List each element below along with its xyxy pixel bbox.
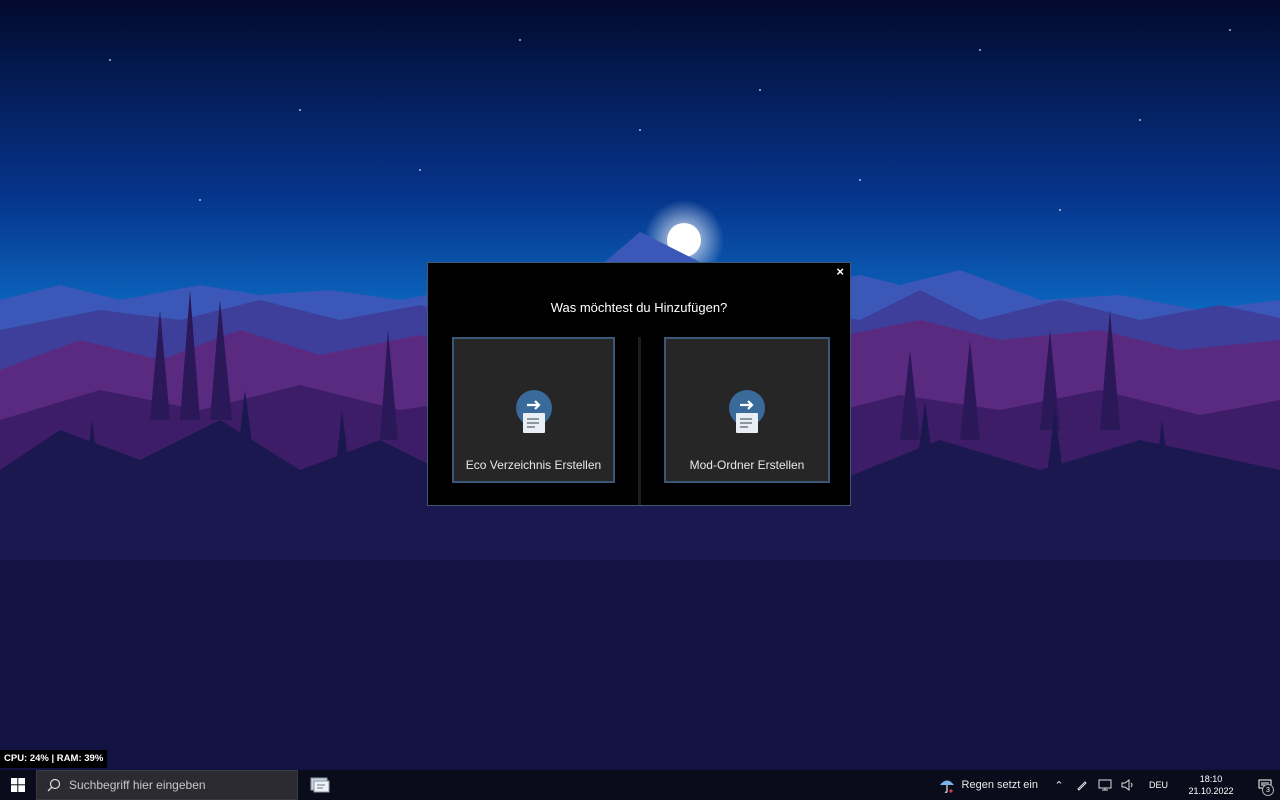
taskbar: Regen setzt ein ⌃ DEU 18:10 21.10.2022 3 xyxy=(0,770,1280,800)
create-eco-directory-button[interactable]: Eco Verzeichnis Erstellen xyxy=(452,337,615,483)
clock-time: 18:10 xyxy=(1199,774,1223,784)
windows-logo-icon xyxy=(11,778,25,792)
search-icon xyxy=(47,778,61,792)
folder-arrow-icon xyxy=(515,389,553,435)
add-dialog: × Was möchtest du Hinzufügen? Eco Verzei… xyxy=(427,262,851,506)
folder-arrow-icon xyxy=(728,389,766,435)
notification-center-button[interactable]: 3 xyxy=(1250,770,1280,800)
option-label: Mod-Ordner Erstellen xyxy=(689,458,805,472)
close-icon[interactable]: × xyxy=(836,265,844,279)
clock[interactable]: 18:10 21.10.2022 xyxy=(1186,773,1236,797)
weather-text: Regen setzt ein xyxy=(961,779,1038,791)
start-button[interactable] xyxy=(0,770,36,800)
weather-widget[interactable]: Regen setzt ein xyxy=(938,776,1038,794)
app-window-icon xyxy=(310,777,330,793)
language-indicator[interactable]: DEU xyxy=(1149,780,1168,790)
create-mod-folder-button[interactable]: Mod-Ordner Erstellen xyxy=(664,337,830,483)
pen-icon[interactable] xyxy=(1075,778,1089,792)
notification-badge: 3 xyxy=(1262,784,1274,796)
umbrella-rain-icon xyxy=(939,780,954,793)
search-input[interactable] xyxy=(67,777,291,793)
taskbar-search[interactable] xyxy=(36,770,298,800)
network-icon[interactable] xyxy=(1098,778,1112,792)
show-hidden-icons-icon[interactable]: ⌃ xyxy=(1052,778,1066,792)
option-divider xyxy=(638,337,641,505)
performance-widget: CPU: 24% | RAM: 39% xyxy=(0,750,108,768)
clock-date: 21.10.2022 xyxy=(1188,786,1234,796)
volume-icon[interactable] xyxy=(1121,778,1135,792)
pinned-app-button[interactable] xyxy=(300,770,340,800)
dialog-title: Was möchtest du Hinzufügen? xyxy=(550,300,728,315)
system-tray: ⌃ xyxy=(1052,778,1135,792)
option-label: Eco Verzeichnis Erstellen xyxy=(465,458,602,472)
